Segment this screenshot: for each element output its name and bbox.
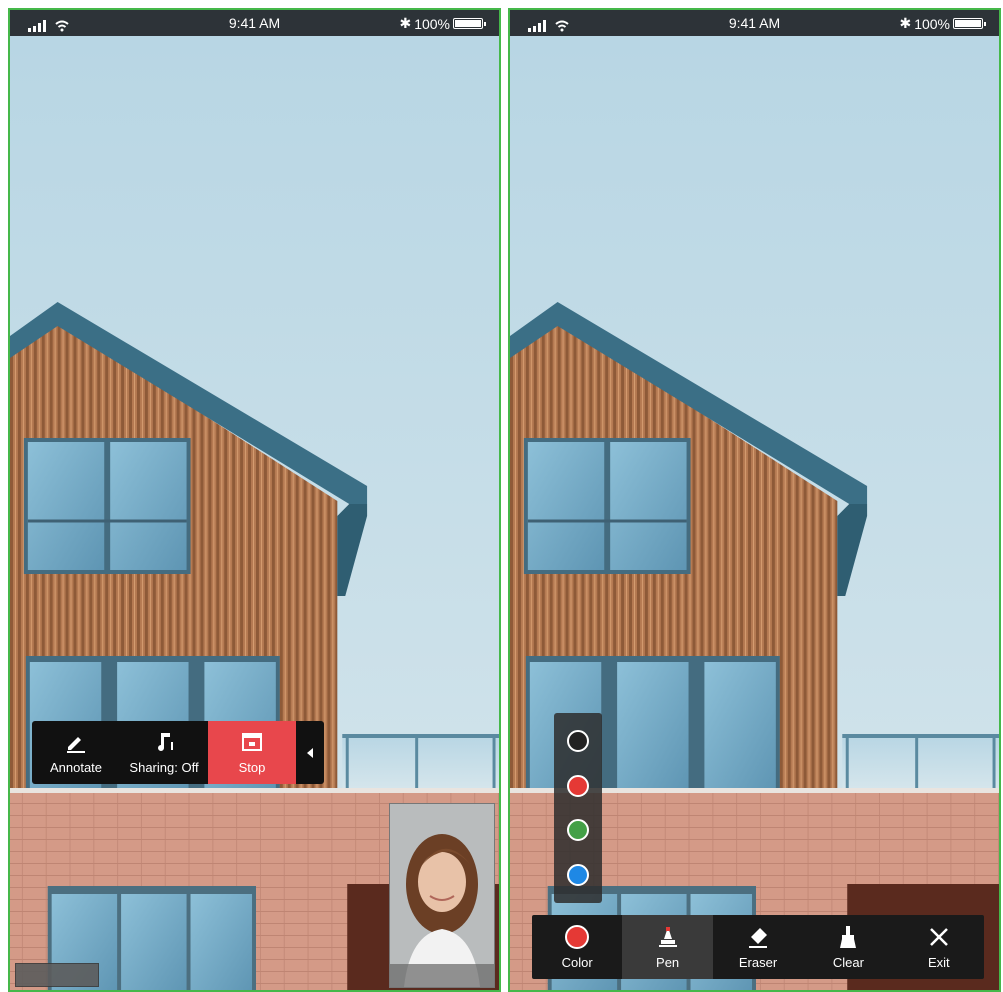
sharing-label: Sharing: Off: [129, 760, 199, 775]
collapse-toolbar-button[interactable]: [296, 721, 324, 784]
annotation-toolbar: Color Pen Eraser Clear Exit: [532, 915, 984, 979]
stop-share-button[interactable]: Stop: [208, 721, 296, 784]
self-video-thumbnail[interactable]: [389, 803, 495, 988]
sharing-audio-button[interactable]: Sharing: Off: [120, 721, 208, 784]
battery-percent: 100%: [414, 15, 450, 32]
battery-percent: 100%: [914, 15, 950, 32]
color-label: Color: [561, 954, 593, 970]
bluetooth-icon: ✱: [399, 15, 412, 31]
battery-icon: [953, 18, 986, 29]
selected-color-icon: [565, 924, 590, 949]
participant-avatar: [390, 804, 494, 987]
exit-button[interactable]: Exit: [894, 915, 984, 979]
clear-button[interactable]: Clear: [803, 915, 893, 979]
stop-share-icon: [242, 733, 262, 751]
triangle-left-icon: [307, 747, 313, 758]
eraser-label: Eraser: [738, 954, 778, 970]
bluetooth-icon: ✱: [899, 15, 912, 31]
color-swatch-red[interactable]: [567, 774, 589, 797]
exit-label: Exit: [927, 954, 950, 970]
annotate-button[interactable]: Annotate: [32, 721, 120, 784]
brush-clear-icon: [840, 925, 857, 948]
pen-label: Pen: [656, 954, 680, 970]
music-note-icon: [158, 733, 173, 751]
phone-screen-sharing: 9:41 AM ✱ 100% Annotate Sharing: Off Sto…: [8, 8, 501, 992]
color-button[interactable]: Color: [532, 915, 622, 979]
battery-icon: [453, 18, 486, 29]
pen-button[interactable]: Pen: [622, 915, 713, 979]
status-bar: 9:41 AM ✱ 100%: [510, 10, 999, 36]
color-picker-popover: [554, 713, 602, 903]
name-tag-bar: [15, 963, 99, 987]
stop-label: Stop: [238, 760, 266, 775]
battery-indicator: ✱ 100%: [399, 15, 486, 32]
close-icon: [929, 927, 948, 946]
color-swatch-green[interactable]: [567, 819, 589, 842]
color-swatch-black[interactable]: [567, 730, 589, 753]
annotate-label: Annotate: [49, 760, 103, 775]
battery-indicator: ✱ 100%: [899, 15, 986, 32]
color-swatch-blue[interactable]: [567, 863, 589, 886]
eraser-button[interactable]: Eraser: [713, 915, 803, 979]
annotate-pencil-icon: [67, 737, 85, 753]
share-toolbar: Annotate Sharing: Off Stop: [32, 721, 324, 784]
status-bar: 9:41 AM ✱ 100%: [10, 10, 499, 36]
pen-icon: [658, 926, 677, 947]
eraser-icon: [749, 927, 768, 948]
clear-label: Clear: [832, 954, 864, 970]
phone-annotation: 9:41 AM ✱ 100% Color Pen Eraser Clear Ex…: [508, 8, 1001, 992]
